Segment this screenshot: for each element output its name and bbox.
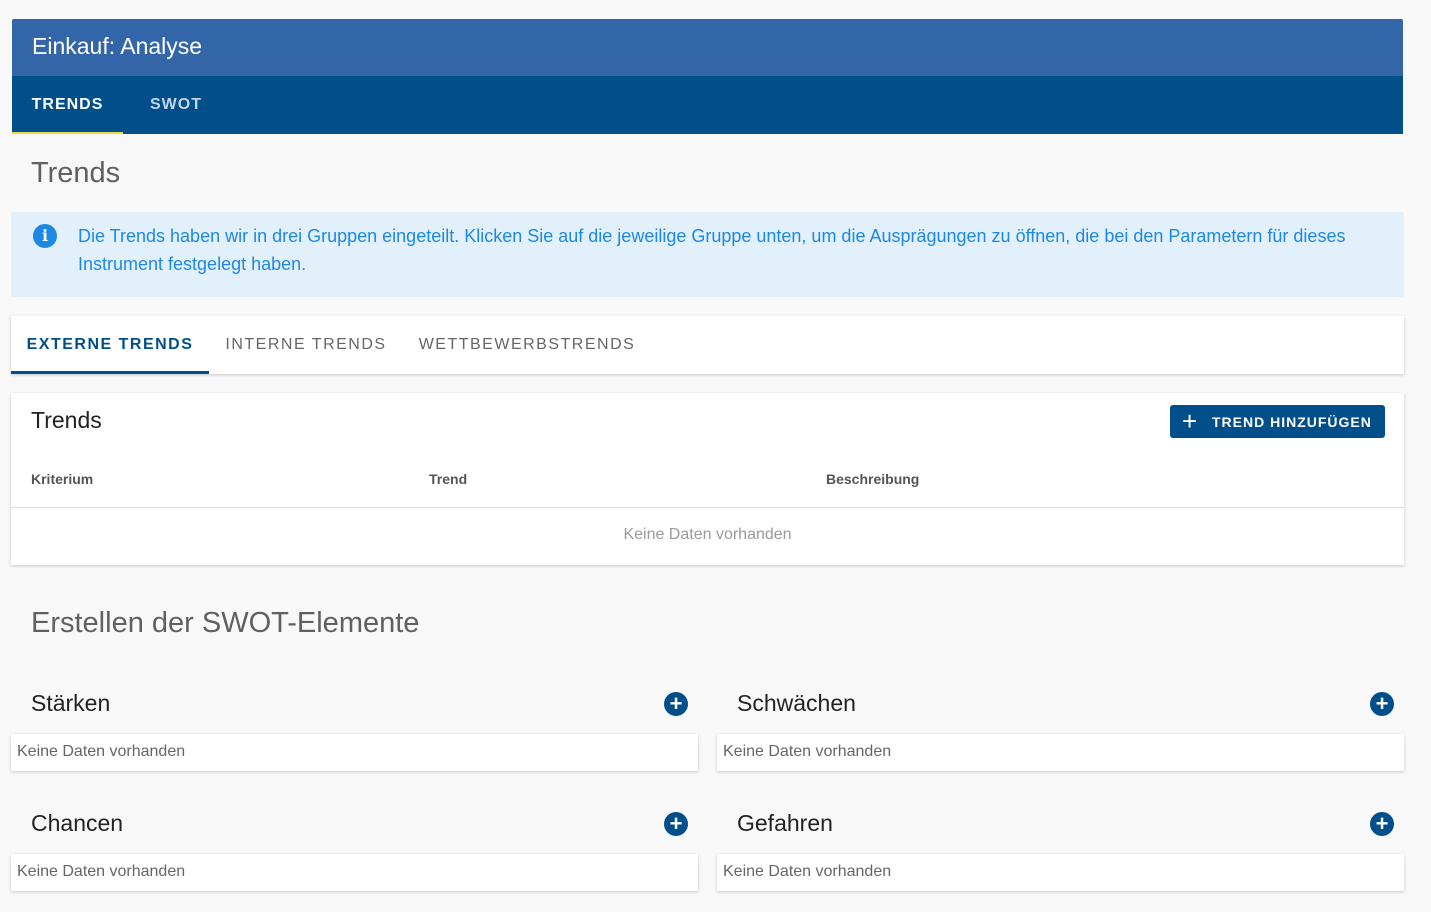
trend-group-tabs: EXTERNE TRENDS INTERNE TRENDS WETTBEWERB…: [11, 316, 1404, 374]
table-divider: [11, 507, 1404, 508]
swot-gefahren-list: Keine Daten vorhanden: [717, 854, 1404, 891]
tab-trends[interactable]: TRENDS: [12, 76, 123, 134]
swot-chancen-empty: Keine Daten vorhanden: [17, 863, 186, 880]
trends-table-title: Trends: [31, 407, 102, 433]
tab-externe-trends[interactable]: EXTERNE TRENDS: [11, 316, 209, 374]
swot-chancen-list: Keine Daten vorhanden: [11, 854, 698, 891]
swot-gefahren-title: Gefahren: [737, 810, 833, 836]
swot-staerken-title: Stärken: [31, 690, 111, 716]
plus-icon: +: [1182, 406, 1199, 436]
swot-schwaechen-empty: Keine Daten vorhanden: [723, 743, 892, 760]
swot-chancen-title: Chancen: [31, 810, 124, 836]
trends-table-card: Trends + TREND HINZUFÜGEN Kriterium Tren…: [11, 393, 1404, 565]
column-header-trend[interactable]: Trend: [429, 471, 467, 487]
add-trend-button-label: TREND HINZUFÜGEN: [1212, 414, 1372, 430]
swot-schwaechen-title: Schwächen: [737, 690, 856, 716]
add-gefahr-icon[interactable]: +: [1370, 812, 1394, 836]
add-staerke-icon[interactable]: +: [664, 692, 688, 716]
info-icon: i: [33, 224, 57, 248]
main-tab-bar: TRENDS SWOT: [12, 76, 1403, 134]
swot-staerken-empty: Keine Daten vorhanden: [17, 743, 186, 760]
tab-interne-trends[interactable]: INTERNE TRENDS: [217, 316, 395, 374]
app-header: Einkauf: Analyse TRENDS SWOT: [12, 19, 1403, 134]
column-header-kriterium[interactable]: Kriterium: [31, 471, 93, 487]
add-trend-button[interactable]: + TREND HINZUFÜGEN: [1170, 405, 1385, 438]
tab-wettbewerbstrends[interactable]: WETTBEWERBSTRENDS: [415, 316, 639, 374]
tab-swot[interactable]: SWOT: [140, 76, 212, 134]
add-chance-icon[interactable]: +: [664, 812, 688, 836]
page-title: Trends: [31, 157, 121, 189]
swot-staerken-list: Keine Daten vorhanden: [11, 734, 698, 771]
info-banner: i Die Trends haben wir in drei Gruppen e…: [11, 212, 1404, 297]
info-text: Die Trends haben wir in drei Gruppen ein…: [78, 226, 1346, 274]
swot-schwaechen-list: Keine Daten vorhanden: [717, 734, 1404, 771]
add-schwaeche-icon[interactable]: +: [1370, 692, 1394, 716]
swot-heading: Erstellen der SWOT-Elemente: [31, 607, 420, 639]
swot-gefahren-empty: Keine Daten vorhanden: [723, 863, 892, 880]
column-header-beschreibung[interactable]: Beschreibung: [826, 471, 919, 487]
table-empty-message: Keine Daten vorhanden: [623, 526, 792, 543]
app-title: Einkauf: Analyse: [32, 33, 203, 59]
